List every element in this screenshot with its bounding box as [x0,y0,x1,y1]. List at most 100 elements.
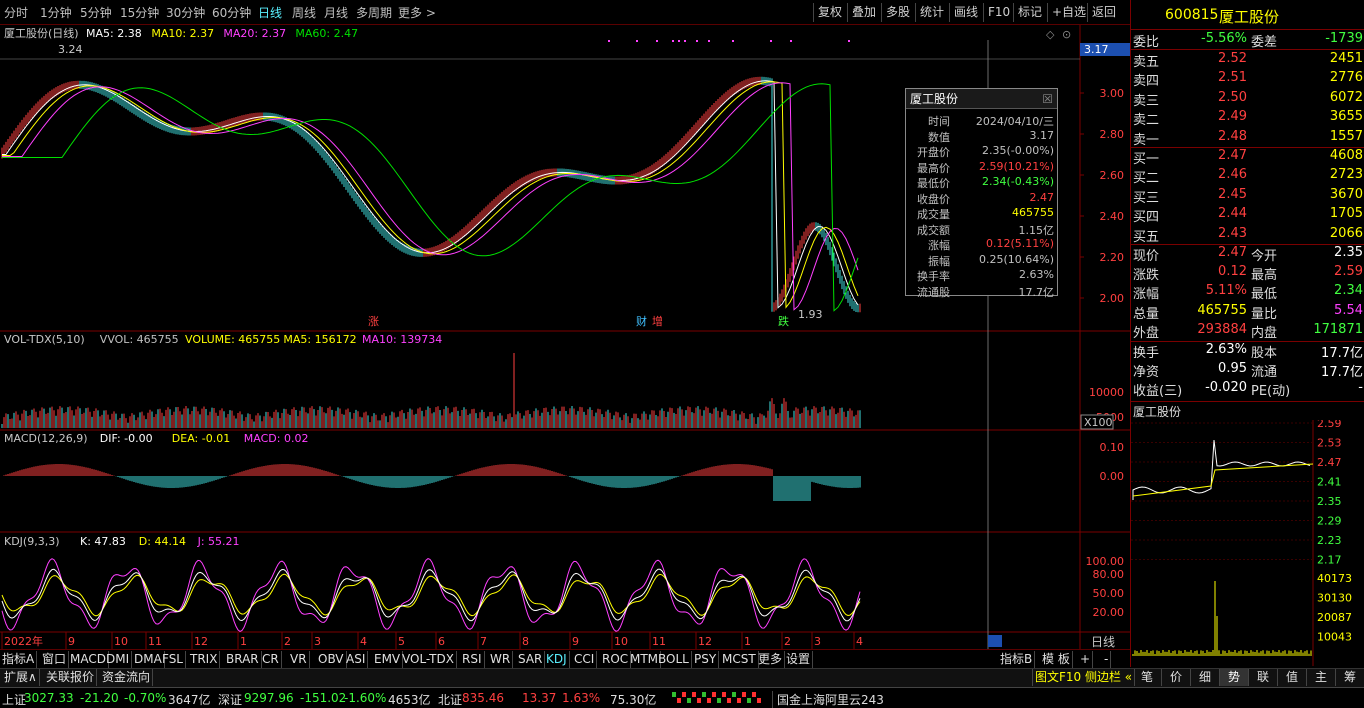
event-marker: 跌 [778,314,789,328]
bottom-tab-1[interactable]: 关联报价 [44,669,98,686]
ask-price[interactable]: 2.51 [1191,70,1247,85]
bottom-tab-0[interactable]: 扩展∧ [2,669,40,686]
quote-tab-4[interactable]: 联 [1249,669,1278,686]
index-change: -151.02 [300,691,347,705]
indicator-right-button-0[interactable]: 指标B [998,651,1036,668]
period-tab-3[interactable]: 15分钟 [120,4,159,21]
tooltip-value: 0.12(5.11%) [985,237,1054,250]
indicator-tab-9[interactable]: VR [288,651,310,668]
kdj-tick: 20.00 [1093,606,1125,619]
indicator-tab-16[interactable]: SAR [516,651,546,668]
server-name[interactable]: 国金上海阿里云243 [772,691,884,708]
toolbar-button-3[interactable]: 统计 [915,3,948,22]
date-cursor-box [988,635,1002,647]
indicator-tab-22[interactable]: PSY [692,651,720,668]
stat-label: 总量 [1133,306,1160,322]
indicator-tab-25[interactable]: 设置 [784,651,814,668]
indicator-tab-11[interactable]: ASI [344,651,369,668]
indicator-tab-13[interactable]: VOL-TDX [400,651,457,668]
quote-tab-6[interactable]: 主 [1307,669,1336,686]
indicator-tab-18[interactable]: CCI [572,651,598,668]
bid-price[interactable]: 2.44 [1191,206,1247,221]
quote-tab-5[interactable]: 值 [1278,669,1307,686]
date-tick: 1 [240,635,247,648]
close-icon[interactable]: ☒ [1042,89,1053,109]
event-dot [732,40,734,42]
indicator-tab-14[interactable]: RSI [460,651,485,668]
bid-price[interactable]: 2.43 [1191,226,1247,241]
indicator-tab-15[interactable]: WR [488,651,514,668]
ask-level: 卖五 [1133,55,1160,70]
bid-price[interactable]: 2.47 [1191,148,1247,163]
indicator-tab-8[interactable]: CR [260,651,282,668]
event-dot [790,40,792,42]
event-dot [770,40,772,42]
period-tab-8[interactable]: 月线 [324,4,348,21]
indicator-tab-5[interactable]: FSL [160,651,186,668]
indicator-tab-6[interactable]: TRIX [188,651,221,668]
ask-price[interactable]: 2.49 [1191,109,1247,124]
date-tick: 3 [814,635,821,648]
date-tick: 4 [856,635,863,648]
toolbar-button-8[interactable]: 返回 [1087,3,1120,22]
indicator-tab-0[interactable]: 指标A [0,651,38,668]
indicator-tab-7[interactable]: BRAR [224,651,262,668]
period-tab-5[interactable]: 60分钟 [212,4,251,21]
stat-label: 内盘 [1251,325,1278,341]
ask-price[interactable]: 2.50 [1191,90,1247,105]
quote-tab-1[interactable]: 价 [1162,669,1191,686]
indicator-right-button-2[interactable]: + [1078,651,1094,668]
mini-price-tick: 2.23 [1317,534,1342,547]
fund-value: 17.7亿 [1321,346,1363,361]
bid-price[interactable]: 2.45 [1191,187,1247,202]
toolbar-button-5[interactable]: F10 [983,3,1014,22]
tooltip-key: 数值 [928,130,950,144]
sidebar-toggle-button[interactable]: 图文F10 侧边栏 « [1032,669,1136,686]
period-tab-2[interactable]: 5分钟 [80,4,112,21]
indicator-tab-21[interactable]: BOLL [656,651,692,668]
volume-tick: 10000 [1089,386,1124,399]
period-tab-0[interactable]: 分时 [4,4,28,21]
quote-tab-7[interactable]: 筹 [1336,669,1364,686]
stat-label: 涨幅 [1133,287,1160,303]
indicator-right-button-1[interactable]: 模 板 [1040,651,1073,668]
indicator-tab-19[interactable]: ROC [600,651,632,668]
ask-level: 卖三 [1133,93,1160,109]
quote-tab-0[interactable]: 笔 [1133,669,1162,686]
intraday-chart[interactable]: 2.59 2.53 2.47 2.41 2.35 2.29 2.23 2.17 40173 301… [1131,420,1364,666]
period-tab-7[interactable]: 周线 [292,4,316,21]
bid-price[interactable]: 2.46 [1191,167,1247,182]
period-tab-10[interactable]: 更多 > [398,4,436,21]
ask-volume: 6072 [1329,89,1363,105]
toolbar-button-2[interactable]: 多股 [881,3,914,22]
ask-price[interactable]: 2.52 [1191,51,1247,66]
index-name[interactable]: 深证 [218,691,242,708]
indicator-tab-23[interactable]: MCST [720,651,759,668]
ask-price[interactable]: 2.48 [1191,129,1247,144]
indicator-tab-12[interactable]: EMV [372,651,404,668]
quote-tab-2[interactable]: 细 [1191,669,1220,686]
toolbar-button-6[interactable]: 标记 [1013,3,1046,22]
index-name[interactable]: 上证 [2,691,26,708]
toolbar-button-7[interactable]: +自选 [1047,3,1090,22]
period-tab-6[interactable]: 日线 [258,4,282,21]
indicator-right-button-3[interactable]: - [1102,651,1112,668]
period-tab-4[interactable]: 30分钟 [166,4,205,21]
intraday-avg-line [1132,463,1314,497]
indicator-tab-1[interactable]: 窗口 [40,651,70,668]
bottom-tab-2[interactable]: 资金流向 [100,669,154,686]
indicator-tab-24[interactable]: 更多 [756,651,786,668]
period-tab-9[interactable]: 多周期 [356,4,392,21]
toolbar-button-0[interactable]: 复权 [813,3,846,22]
tooltip-value: 2.34(-0.43%) [982,175,1054,188]
toolbar-button-4[interactable]: 画线 [949,3,982,22]
indicator-tab-2[interactable]: MACD [68,651,109,668]
index-name[interactable]: 北证 [438,691,462,708]
toolbar-button-1[interactable]: 叠加 [847,3,880,22]
indicator-tab-3[interactable]: DMI [104,651,133,668]
period-tab-1[interactable]: 1分钟 [40,4,72,21]
indicator-tab-17[interactable]: KDJ [544,651,570,668]
indicator-tab-10[interactable]: OBV [316,651,347,668]
bid-level: 买五 [1133,229,1160,245]
quote-tab-3[interactable]: 势 [1220,669,1249,686]
